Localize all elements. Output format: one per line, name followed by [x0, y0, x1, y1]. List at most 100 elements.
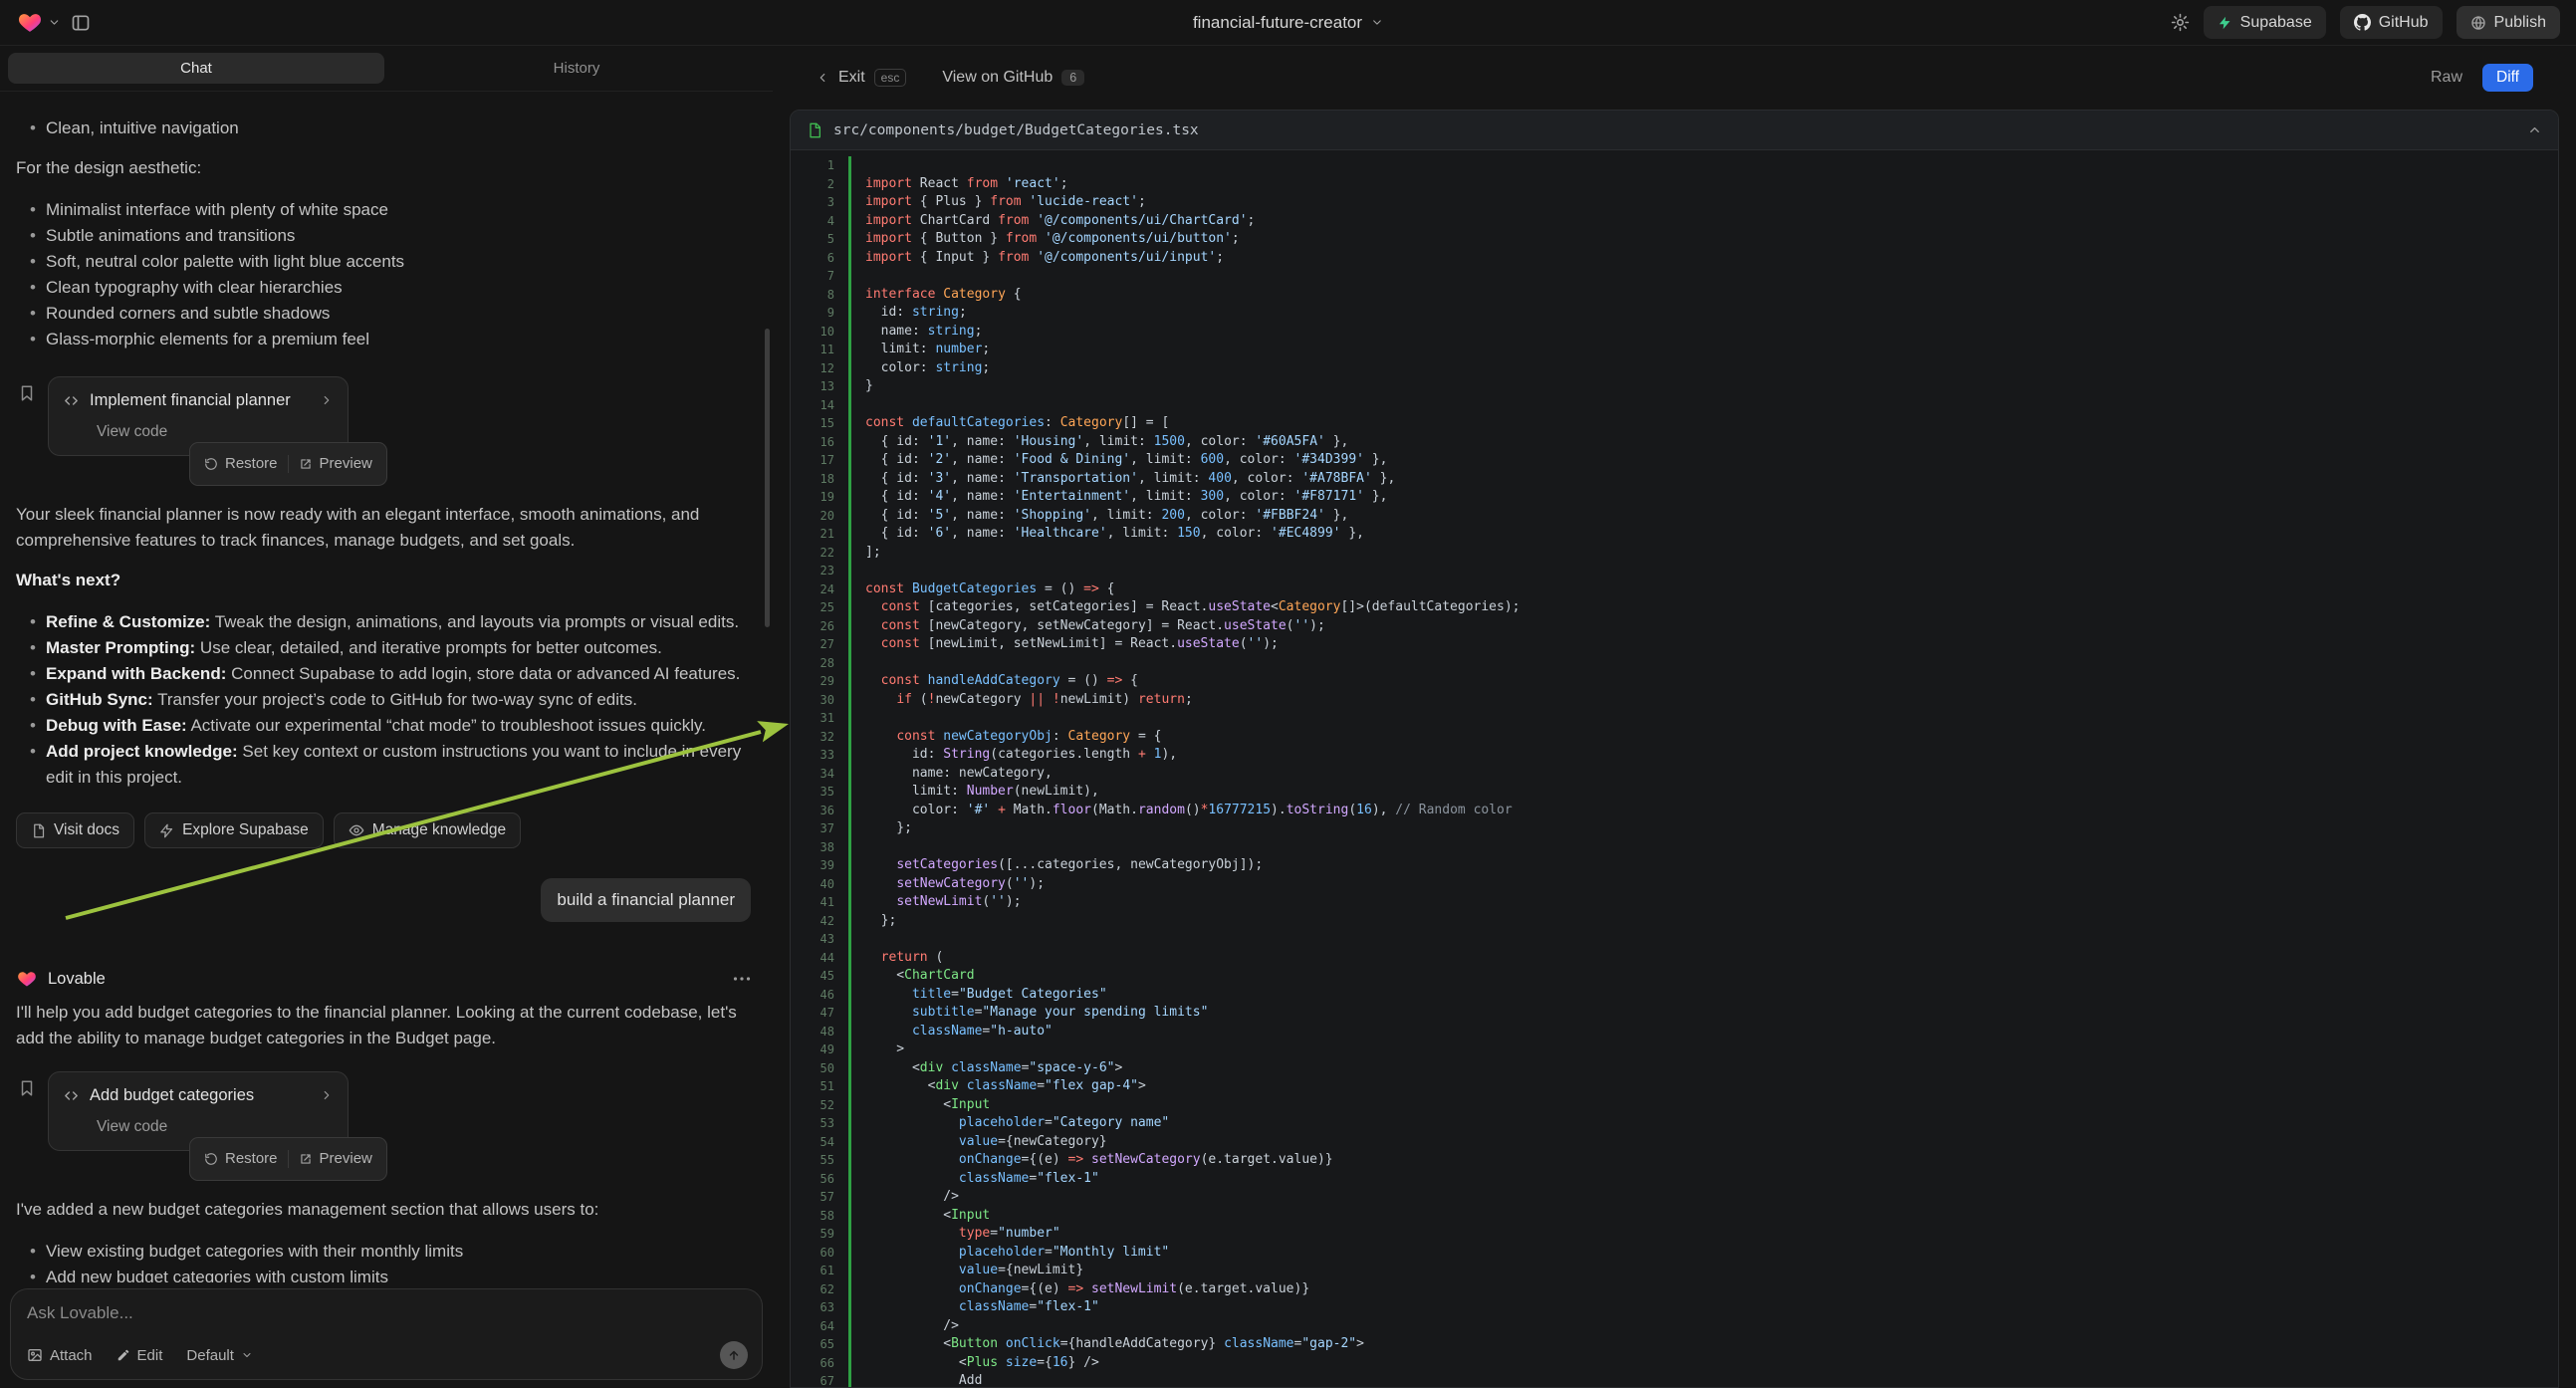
esc-kbd-badge: esc	[874, 69, 907, 87]
list-item: Expand with Backend: Connect Supabase to…	[46, 661, 751, 687]
sidebar-toggle-icon[interactable]	[71, 13, 91, 33]
list-item: Refine & Customize: Tweak the design, an…	[46, 609, 751, 635]
version-toolbar: Restore Preview	[189, 442, 387, 486]
file-added-icon	[807, 122, 822, 138]
code-icon	[63, 392, 80, 409]
preview-label: Preview	[320, 1146, 372, 1172]
preview-button[interactable]: Preview	[289, 1142, 382, 1176]
chat-tab-bar: Chat History	[0, 46, 773, 92]
user-message: build a financial planner	[541, 878, 751, 922]
chat-panel: Chat History Clean, intuitive navigation…	[0, 46, 773, 1388]
edit-mode-button[interactable]: Edit	[117, 1347, 163, 1364]
list-item: Minimalist interface with plenty of whit…	[46, 197, 751, 223]
chat-input[interactable]	[27, 1303, 746, 1323]
explore-supabase-label: Explore Supabase	[182, 817, 309, 843]
publish-label: Publish	[2494, 14, 2546, 32]
app-window: financial-future-creator Supabase GitHub	[0, 0, 2576, 1388]
bookmark-icon[interactable]	[18, 384, 36, 410]
supabase-button[interactable]: Supabase	[2204, 6, 2326, 39]
heart-logo-icon	[16, 969, 38, 989]
restore-icon	[204, 1152, 218, 1166]
project-name: financial-future-creator	[1193, 13, 1362, 33]
view-on-github-label: View on GitHub	[942, 69, 1053, 87]
tab-history[interactable]: History	[388, 53, 765, 84]
file-header[interactable]: src/components/budget/BudgetCategories.t…	[791, 111, 2558, 150]
attach-label: Attach	[50, 1347, 93, 1364]
code-lines: import React from 'react';import { Plus …	[851, 156, 2558, 1387]
assistant-reply-summary: I've added a new budget categories manag…	[16, 1197, 751, 1223]
mode-label: Default	[186, 1347, 234, 1364]
tab-chat[interactable]: Chat	[8, 53, 384, 84]
next-steps-list: Refine & Customize: Tweak the design, an…	[16, 609, 751, 791]
exit-button[interactable]: Exit esc	[816, 69, 906, 87]
file-path: src/components/budget/BudgetCategories.t…	[833, 122, 1199, 138]
mode-selector[interactable]: Default	[186, 1347, 253, 1364]
assistant-reply-intro: I'll help you add budget categories to t…	[16, 1000, 751, 1051]
supabase-bolt-icon	[2218, 15, 2232, 31]
edit-card-title: Implement financial planner	[90, 387, 291, 413]
visit-docs-label: Visit docs	[54, 817, 119, 843]
edit-card-wrap: Implement financial planner View code	[18, 376, 751, 456]
bookmark-icon[interactable]	[18, 1079, 36, 1105]
restore-label: Restore	[225, 451, 278, 477]
diff-button[interactable]: Diff	[2482, 64, 2533, 92]
chevron-down-icon	[1370, 16, 1383, 29]
github-label: GitHub	[2379, 14, 2429, 32]
topbar: financial-future-creator Supabase GitHub	[0, 0, 2576, 46]
project-selector[interactable]: financial-future-creator	[1193, 0, 1383, 45]
scrolled-list: Clean, intuitive navigation	[16, 116, 751, 141]
changes-count-badge: 6	[1061, 70, 1084, 86]
edit-label: Edit	[137, 1347, 163, 1364]
code-card: src/components/budget/BudgetCategories.t…	[790, 110, 2559, 1388]
publish-button[interactable]: Publish	[2457, 6, 2560, 39]
chevron-right-icon	[320, 393, 334, 407]
globe-icon	[2470, 15, 2486, 31]
list-item: Glass-morphic elements for a premium fee…	[46, 327, 751, 352]
send-button[interactable]	[720, 1341, 748, 1369]
github-button[interactable]: GitHub	[2340, 6, 2443, 39]
eye-icon	[349, 822, 364, 838]
send-arrow-icon	[727, 1348, 741, 1362]
list-item: Soft, neutral color palette with light b…	[46, 249, 751, 275]
list-item: Master Prompting: Use clear, detailed, a…	[46, 635, 751, 661]
raw-button[interactable]: Raw	[2431, 69, 2462, 87]
github-mark-icon	[2354, 14, 2371, 31]
supabase-bolt-icon	[159, 823, 174, 838]
preview-button[interactable]: Preview	[289, 447, 382, 481]
manage-knowledge-button[interactable]: Manage knowledge	[334, 812, 521, 848]
doc-icon	[31, 823, 46, 838]
view-on-github-button[interactable]: View on GitHub 6	[942, 69, 1084, 87]
supabase-label: Supabase	[2240, 14, 2312, 32]
collapse-file-button[interactable]	[2527, 122, 2542, 137]
whats-next-heading: What's next?	[16, 568, 751, 593]
exit-label: Exit	[838, 69, 865, 87]
user-message-row: build a financial planner	[16, 878, 751, 922]
chevron-down-icon	[241, 1349, 253, 1361]
list-item: Debug with Ease: Activate our experiment…	[46, 713, 751, 739]
chevron-down-icon	[48, 16, 61, 29]
gear-icon[interactable]	[2171, 13, 2190, 32]
list-item: GitHub Sync: Transfer your project’s cod…	[46, 687, 751, 713]
restore-button[interactable]: Restore	[194, 1142, 288, 1176]
assistant-name: Lovable	[48, 966, 106, 992]
chevron-right-icon	[320, 1088, 334, 1102]
pencil-icon	[117, 1348, 130, 1362]
restore-icon	[204, 457, 218, 471]
quick-actions: Visit docs Explore Supabase Manage knowl…	[16, 812, 751, 848]
scrollbar-thumb[interactable]	[765, 329, 770, 627]
restore-button[interactable]: Restore	[194, 447, 288, 481]
composer: Attach Edit Default	[10, 1288, 763, 1380]
lovable-logo-menu[interactable]	[16, 10, 61, 35]
visit-docs-button[interactable]: Visit docs	[16, 812, 134, 848]
code-editor[interactable]: 1234567891011121314151617181920212223242…	[791, 150, 2558, 1387]
chevron-left-icon	[816, 71, 829, 85]
design-intro: For the design aesthetic:	[16, 155, 751, 181]
message-menu-button[interactable]	[733, 976, 751, 982]
explore-supabase-button[interactable]: Explore Supabase	[144, 812, 324, 848]
manage-knowledge-label: Manage knowledge	[372, 817, 506, 843]
attach-button[interactable]: Attach	[27, 1347, 93, 1364]
code-workspace: Exit esc View on GitHub 6 Raw Diff s	[773, 46, 2576, 1388]
heart-logo-icon	[16, 10, 44, 35]
line-numbers: 1234567891011121314151617181920212223242…	[791, 156, 848, 1387]
list-item: View existing budget categories with the…	[46, 1239, 751, 1265]
